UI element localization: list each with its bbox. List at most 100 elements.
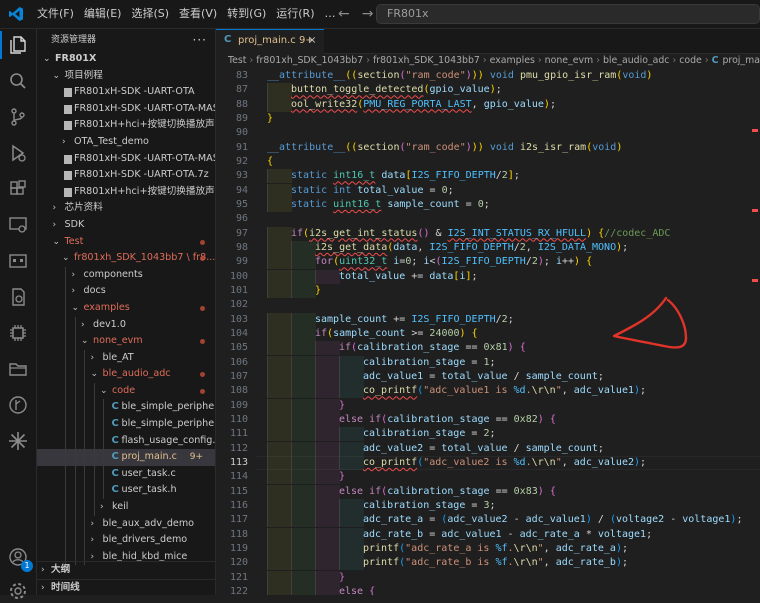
- code-line[interactable]: 109}: [216, 398, 760, 413]
- folder-item[interactable]: › dev1.0: [37, 316, 215, 334]
- code-line[interactable]: 99 for(uint32_t i=0; i<(I2S_FIFO_DEPTH/2)…: [216, 255, 760, 270]
- settings-icon[interactable]: [6, 579, 30, 603]
- code-line[interactable]: 104 if(sample_count >= 24000) {: [216, 326, 760, 342]
- code-line[interactable]: 105 if(calibration_stage == 0x81) {: [216, 341, 760, 356]
- menu-item[interactable]: 文件(F): [32, 0, 79, 28]
- chevron-down-icon[interactable]: ⌄: [62, 250, 70, 267]
- chevron-right-icon[interactable]: ›: [53, 217, 57, 234]
- code-line[interactable]: 87 button_toggle_detected(gpio_value);: [216, 83, 760, 98]
- code-line[interactable]: 97 if(i2s_get_int_status() & I2S_INT_STAT…: [216, 226, 760, 241]
- chevron-right-icon[interactable]: ›: [91, 516, 95, 533]
- folder-item[interactable]: ⌄ 项目例程: [37, 68, 215, 85]
- code-line[interactable]: 98 i2s_get_data(data, I2S_FIFO_DEPTH/2, I…: [216, 240, 760, 256]
- folder-item[interactable]: › keil: [37, 499, 215, 516]
- account-icon[interactable]: 1: [6, 545, 33, 572]
- chevron-right-icon[interactable]: ›: [72, 283, 76, 300]
- code-editor[interactable]: 83 __attribute__((section("ram_code"))) v…: [216, 69, 760, 595]
- code-line[interactable]: 117 adc_rate_a = (adc_value2 - adc_value1…: [216, 513, 760, 528]
- file-item[interactable]: FR801xH-SDK -UART-OTA-MAST...: [37, 151, 215, 168]
- folder-item[interactable]: › 芯片资料: [37, 200, 215, 217]
- file-item[interactable]: FR801xH-SDK -UART-OTA-MAST...: [37, 101, 215, 118]
- folder-item[interactable]: › SDK: [37, 217, 215, 234]
- chevron-right-icon[interactable]: ›: [72, 267, 76, 284]
- more-actions-icon[interactable]: ···: [193, 29, 207, 51]
- code-line[interactable]: 94 static int total_value = 0;: [216, 183, 760, 198]
- folder-item[interactable]: › components: [37, 266, 215, 284]
- code-line[interactable]: 113 co_printf("adc_value2 is %d.\r\n", ad…: [216, 455, 760, 471]
- folder-item[interactable]: ⌄ none_evm: [37, 333, 215, 350]
- code-line[interactable]: 101}: [216, 283, 760, 299]
- breadcrumb-item[interactable]: proj_main.c: [722, 55, 760, 66]
- vscode-logo-icon[interactable]: [8, 6, 24, 22]
- code-line[interactable]: 120 printf("adc_rate_b is %f.\r\n", adc_r…: [216, 556, 760, 571]
- folder-icon[interactable]: [6, 357, 30, 381]
- code-line[interactable]: 103 sample_count += I2S_FIFO_DEPTH/2;: [216, 312, 760, 327]
- folder-item[interactable]: ⌄ ble_audio_adc: [37, 366, 215, 383]
- command-center-search[interactable]: FR801x: [376, 4, 760, 24]
- code-line[interactable]: 93 static int16_t data[I2S_FIFO_DEPTH/2];: [216, 169, 760, 184]
- folder-item[interactable]: › docs: [37, 283, 215, 300]
- testing-icon[interactable]: [6, 285, 30, 309]
- git-graph-icon[interactable]: [6, 393, 30, 417]
- folder-item[interactable]: ⌄ examples: [37, 299, 215, 317]
- file-item[interactable]: Cflash_usage_config.h: [37, 432, 215, 450]
- code-line[interactable]: 116 calibration_stage = 3;: [216, 498, 760, 514]
- code-line[interactable]: 115 else if(calibration_stage == 0x83) {: [216, 484, 760, 499]
- folder-item[interactable]: ⌄ FR801X: [37, 51, 215, 68]
- code-line[interactable]: 111 calibration_stage = 2;: [216, 427, 760, 442]
- menu-item[interactable]: 选择(S): [126, 0, 174, 28]
- code-line[interactable]: 89}: [216, 112, 760, 126]
- chevron-right-icon[interactable]: ›: [81, 317, 85, 334]
- code-line[interactable]: 106 calibration_stage = 1;: [216, 355, 760, 370]
- terminal-icon[interactable]: [6, 249, 30, 273]
- folder-item[interactable]: › ble_drivers_demo: [37, 532, 215, 549]
- chevron-right-icon[interactable]: ›: [62, 134, 66, 151]
- search-icon[interactable]: [6, 69, 30, 93]
- folder-item[interactable]: ⌄ fr801xh_SDK_1043bb7 \ fr8...: [37, 250, 215, 267]
- chevron-down-icon[interactable]: ⌄: [53, 234, 61, 251]
- code-line[interactable]: 107 adc_value1 = total_value / sample_cou…: [216, 369, 760, 385]
- remote-explorer-icon[interactable]: [6, 213, 30, 237]
- file-item[interactable]: FR801xH-SDK -UART-OTA.7z: [37, 167, 215, 184]
- breadcrumb-item[interactable]: ble_audio_adc: [603, 55, 670, 66]
- chevron-down-icon[interactable]: ⌄: [72, 300, 80, 317]
- file-item[interactable]: FR801xH-SDK -UART-OTA: [37, 84, 215, 101]
- code-line[interactable]: 114}: [216, 470, 760, 485]
- folder-item[interactable]: ⌄ code: [37, 382, 215, 400]
- chevron-right-icon[interactable]: ›: [91, 350, 95, 367]
- back-arrow-icon[interactable]: ←: [338, 6, 350, 22]
- file-item[interactable]: FR801xH+hci+按键切换播放声音: [37, 117, 215, 134]
- code-line[interactable]: 110 else if(calibration_stage == 0x82) {: [216, 412, 760, 428]
- breadcrumb-item[interactable]: fr801xh_SDK_1043bb7: [373, 55, 480, 66]
- code-line[interactable]: 100 total_value += data[i];: [216, 269, 760, 284]
- code-line[interactable]: 112 adc_value2 = total_value / sample_cou…: [216, 441, 760, 456]
- code-line[interactable]: 92 {: [216, 155, 760, 169]
- code-line[interactable]: 119 printf("adc_rate_a is %f.\r\n", adc_r…: [216, 541, 760, 557]
- file-item[interactable]: Cble_simple_peripheral.h: [37, 416, 215, 433]
- file-item[interactable]: Cble_simple_peripheral.c: [37, 399, 215, 417]
- folder-item[interactable]: › OTA_Test_demo: [37, 134, 215, 151]
- chevron-right-icon[interactable]: ›: [91, 532, 95, 549]
- breadcrumb-item[interactable]: fr801xh_SDK_1043bb7: [256, 55, 363, 66]
- chevron-down-icon[interactable]: ⌄: [43, 51, 51, 68]
- file-item[interactable]: Cuser_task.c: [37, 465, 215, 483]
- code-line[interactable]: 121}: [216, 570, 760, 585]
- code-line[interactable]: 102: [216, 298, 760, 312]
- extensions-icon[interactable]: [6, 177, 30, 201]
- code-line[interactable]: 96: [216, 212, 760, 226]
- menu-item[interactable]: 转到(G): [222, 0, 271, 28]
- folder-item[interactable]: › ble_aux_adv_demo: [37, 515, 215, 533]
- chip-icon[interactable]: [6, 321, 30, 345]
- code-line[interactable]: 83 __attribute__((section("ram_code"))) v…: [216, 69, 760, 83]
- breadcrumb-item[interactable]: examples: [490, 55, 535, 66]
- file-item[interactable]: FR801xH+hci+按键切换播放声音...: [37, 184, 215, 201]
- folder-item[interactable]: › ble_AT: [37, 349, 215, 367]
- chevron-right-icon[interactable]: ›: [53, 200, 57, 217]
- code-line[interactable]: 90: [216, 126, 760, 140]
- code-line[interactable]: 95 static uint16_t sample_count = 0;: [216, 197, 760, 213]
- file-item[interactable]: Cproj_main.c 9+: [37, 449, 215, 466]
- panel-section-header[interactable]: › 时间线: [37, 578, 215, 595]
- breadcrumb-item[interactable]: Test: [228, 55, 246, 66]
- run-debug-icon[interactable]: [6, 141, 30, 165]
- explorer-icon[interactable]: [6, 33, 30, 57]
